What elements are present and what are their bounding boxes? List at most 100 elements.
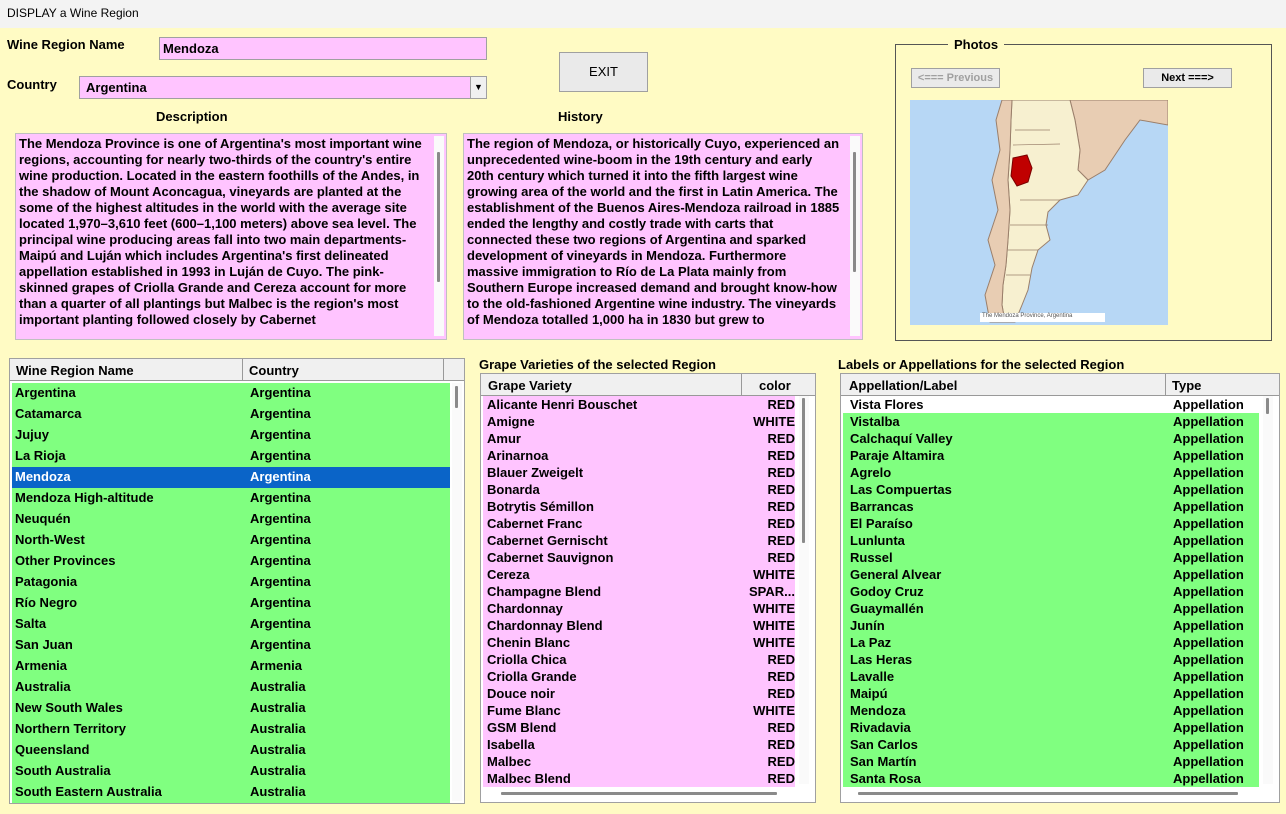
- table-row[interactable]: Russel Appellation: [843, 549, 1259, 566]
- history-scrollbar[interactable]: [850, 136, 860, 336]
- regions-col-name[interactable]: Wine Region Name: [16, 363, 134, 378]
- table-row[interactable]: Vista Flores Appellation: [843, 396, 1259, 413]
- table-row[interactable]: Catamarca Argentina: [12, 404, 450, 425]
- table-row[interactable]: Maipú Appellation: [843, 685, 1259, 702]
- grape-color-cell: RED: [767, 431, 795, 446]
- table-row[interactable]: General Alvear Appellation: [843, 566, 1259, 583]
- table-row[interactable]: Neuquén Argentina: [12, 509, 450, 530]
- table-row[interactable]: Salta Argentina: [12, 614, 450, 635]
- region-country-cell: Australia: [250, 700, 306, 715]
- table-row[interactable]: Barrancas Appellation: [843, 498, 1259, 515]
- table-row[interactable]: South Eastern Australia Australia: [12, 782, 450, 803]
- table-row[interactable]: Fume Blanc WHITE: [483, 702, 795, 719]
- table-row[interactable]: Cabernet Sauvignon RED: [483, 549, 795, 566]
- table-row[interactable]: Bonarda RED: [483, 481, 795, 498]
- grapes-hscrollbar[interactable]: [483, 786, 813, 800]
- table-row[interactable]: Northern Territory Australia: [12, 719, 450, 740]
- table-row[interactable]: Alicante Henri Bouschet RED: [483, 396, 795, 413]
- table-row[interactable]: South Australia Australia: [12, 761, 450, 782]
- table-row[interactable]: Las Heras Appellation: [843, 651, 1259, 668]
- table-row[interactable]: Chenin Blanc WHITE: [483, 634, 795, 651]
- grape-color-cell: RED: [767, 720, 795, 735]
- labels-grid[interactable]: Appellation/Label Type Vista Flores Appel…: [840, 373, 1280, 803]
- table-row[interactable]: San Carlos Appellation: [843, 736, 1259, 753]
- table-row[interactable]: Río Negro Argentina: [12, 593, 450, 614]
- table-row[interactable]: Jujuy Argentina: [12, 425, 450, 446]
- table-row[interactable]: Santa Rosa Appellation: [843, 770, 1259, 787]
- grape-variety-cell: Amur: [487, 431, 521, 446]
- table-row[interactable]: Blauer Zweigelt RED: [483, 464, 795, 481]
- regions-col-country[interactable]: Country: [249, 363, 299, 378]
- history-memo[interactable]: The region of Mendoza, or historically C…: [463, 133, 863, 340]
- table-row[interactable]: San Juan Argentina: [12, 635, 450, 656]
- table-row[interactable]: La Rioja Argentina: [12, 446, 450, 467]
- table-row[interactable]: Calchaquí Valley Appellation: [843, 430, 1259, 447]
- table-row[interactable]: Cabernet Gernischt RED: [483, 532, 795, 549]
- table-row[interactable]: Rivadavia Appellation: [843, 719, 1259, 736]
- labels-hscrollbar[interactable]: [843, 786, 1277, 800]
- previous-photo-button[interactable]: <=== Previous: [911, 68, 1000, 88]
- table-row[interactable]: Armenia Armenia: [12, 656, 450, 677]
- description-memo[interactable]: The Mendoza Province is one of Argentina…: [15, 133, 447, 340]
- table-row[interactable]: Patagonia Argentina: [12, 572, 450, 593]
- table-row[interactable]: Mendoza High-altitude Argentina: [12, 488, 450, 509]
- table-row[interactable]: Argentina Argentina: [12, 383, 450, 404]
- grapes-col-color[interactable]: color: [759, 378, 791, 393]
- table-row[interactable]: Queensland Australia: [12, 740, 450, 761]
- table-row[interactable]: Amigne WHITE: [483, 413, 795, 430]
- table-row[interactable]: New South Wales Australia: [12, 698, 450, 719]
- table-row[interactable]: La Paz Appellation: [843, 634, 1259, 651]
- table-row[interactable]: Champagne Blend SPAR...: [483, 583, 795, 600]
- table-row[interactable]: Agrelo Appellation: [843, 464, 1259, 481]
- country-select[interactable]: Argentina ▼: [79, 76, 487, 99]
- region-name-field[interactable]: Mendoza: [159, 37, 487, 60]
- table-row[interactable]: Lavalle Appellation: [843, 668, 1259, 685]
- table-row[interactable]: Cereza WHITE: [483, 566, 795, 583]
- table-row[interactable]: Malbec RED: [483, 753, 795, 770]
- description-scrollbar[interactable]: [434, 136, 444, 336]
- table-row[interactable]: Malbec Blend RED: [483, 770, 795, 787]
- table-row[interactable]: Botrytis Sémillon RED: [483, 498, 795, 515]
- country-label: Country: [7, 77, 57, 92]
- description-text: The Mendoza Province is one of Argentina…: [19, 136, 422, 327]
- table-row[interactable]: Guaymallén Appellation: [843, 600, 1259, 617]
- table-row[interactable]: El Paraíso Appellation: [843, 515, 1259, 532]
- table-row[interactable]: Vistalba Appellation: [843, 413, 1259, 430]
- table-row[interactable]: Other Provinces Argentina: [12, 551, 450, 572]
- regions-scrollbar[interactable]: [452, 383, 462, 801]
- table-row[interactable]: Godoy Cruz Appellation: [843, 583, 1259, 600]
- table-row[interactable]: Lunlunta Appellation: [843, 532, 1259, 549]
- next-photo-button[interactable]: Next ===>: [1143, 68, 1232, 88]
- region-country-cell: Australia: [250, 721, 306, 736]
- labels-col-appellation[interactable]: Appellation/Label: [849, 378, 957, 393]
- table-row[interactable]: Amur RED: [483, 430, 795, 447]
- table-row[interactable]: Junín Appellation: [843, 617, 1259, 634]
- regions-grid[interactable]: Wine Region Name Country Argentina Argent…: [9, 358, 465, 804]
- chevron-down-icon[interactable]: ▼: [470, 77, 486, 98]
- table-row[interactable]: Mendoza Appellation: [843, 702, 1259, 719]
- table-row[interactable]: GSM Blend RED: [483, 719, 795, 736]
- appellation-name-cell: Lavalle: [850, 669, 895, 684]
- table-row[interactable]: Arinarnoa RED: [483, 447, 795, 464]
- labels-col-type[interactable]: Type: [1172, 378, 1201, 393]
- grapes-col-variety[interactable]: Grape Variety: [488, 378, 572, 393]
- table-row[interactable]: Las Compuertas Appellation: [843, 481, 1259, 498]
- table-row[interactable]: Douce noir RED: [483, 685, 795, 702]
- table-row[interactable]: Chardonnay WHITE: [483, 600, 795, 617]
- table-row[interactable]: Chardonnay Blend WHITE: [483, 617, 795, 634]
- table-row[interactable]: Criolla Grande RED: [483, 668, 795, 685]
- exit-button[interactable]: EXIT: [559, 52, 648, 92]
- table-row[interactable]: San Martín Appellation: [843, 753, 1259, 770]
- table-row[interactable]: Australia Australia: [12, 677, 450, 698]
- appellation-type-cell: Appellation: [1173, 652, 1244, 667]
- grapes-grid[interactable]: Grape Variety color Alicante Henri Bousc…: [480, 373, 816, 803]
- labels-scrollbar[interactable]: [1263, 396, 1273, 784]
- region-name-cell: Río Negro: [15, 595, 78, 610]
- grapes-scrollbar[interactable]: [799, 396, 809, 784]
- table-row[interactable]: Isabella RED: [483, 736, 795, 753]
- table-row[interactable]: Paraje Altamira Appellation: [843, 447, 1259, 464]
- table-row[interactable]: Criolla Chica RED: [483, 651, 795, 668]
- table-row[interactable]: Cabernet Franc RED: [483, 515, 795, 532]
- table-row[interactable]: Mendoza Argentina: [12, 467, 450, 488]
- table-row[interactable]: North-West Argentina: [12, 530, 450, 551]
